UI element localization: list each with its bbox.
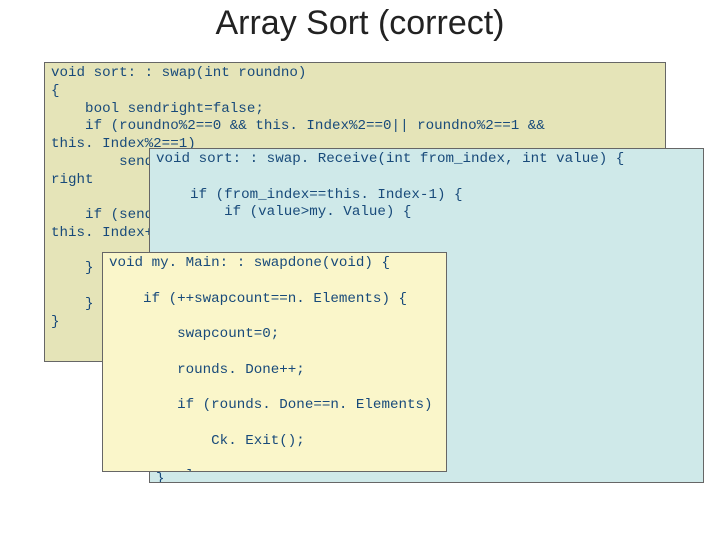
slide-title: Array Sort (correct) [0,4,720,43]
code-block-swapdone: void my. Main: : swapdone(void) { if (++… [102,252,447,472]
slide: Array Sort (correct) void sort: : swap(i… [0,0,720,540]
